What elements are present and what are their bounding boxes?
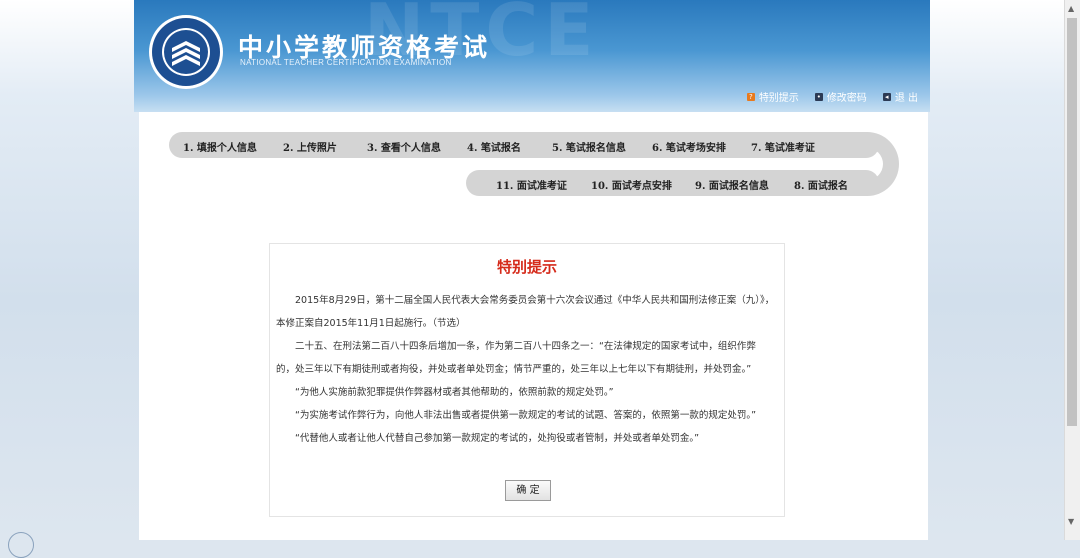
- special-notice-panel: 特别提示 2015年8月29日，第十二届全国人民代表大会常务委员会第十六次会议通…: [269, 243, 785, 517]
- logout-icon: ◂: [882, 92, 891, 101]
- confirm-button[interactable]: 确 定: [505, 480, 551, 501]
- main-content: 1. 填报个人信息 2. 上传照片 3. 查看个人信息 4. 笔试报名 5. 笔…: [139, 112, 928, 540]
- step-9-interview-signup-info[interactable]: 9. 面试报名信息: [695, 177, 769, 192]
- step-8-interview-signup[interactable]: 8. 面试报名: [794, 177, 848, 192]
- notice-paragraph-1: 2015年8月29日，第十二届全国人民代表大会常务委员会第十六次会议通过《中华人…: [295, 295, 775, 306]
- notice-paragraph-2: 二十五、在刑法第二百八十四条后增加一条，作为第二百八十四条之一：“在法律规定的国…: [295, 341, 756, 352]
- step-5-written-signup-info[interactable]: 5. 笔试报名信息: [552, 139, 626, 154]
- step-7-written-ticket[interactable]: 7. 笔试准考证: [751, 139, 815, 154]
- step-3-view-info[interactable]: 3. 查看个人信息: [367, 139, 441, 154]
- book-emblem-icon: [149, 15, 223, 89]
- scrollbar-thumb[interactable]: [1067, 18, 1077, 426]
- corner-circle-icon: [8, 532, 34, 558]
- special-notice-label: 特别提示: [758, 93, 799, 104]
- step-6-written-room[interactable]: 6. 笔试考场安排: [652, 139, 726, 154]
- site-header: NTCE 中小学教师资格考试 NATIONAL TEACHER CERTIFIC…: [134, 0, 930, 112]
- step-10-interview-site[interactable]: 10. 面试考点安排: [591, 177, 672, 192]
- change-password-label: 修改密码: [826, 93, 867, 104]
- special-notice-link[interactable]: ? 特别提示: [746, 89, 799, 104]
- password-icon: •: [814, 92, 823, 101]
- notice-paragraph-3: “为他人实施前款犯罪提供作弊器材或者其他帮助的，依照前款的规定处罚。”: [295, 387, 614, 398]
- step-2-upload-photo[interactable]: 2. 上传照片: [283, 139, 337, 154]
- notice-title: 特别提示: [496, 258, 557, 276]
- step-1-fill-info[interactable]: 1. 填报个人信息: [183, 139, 257, 154]
- site-subtitle: NATIONAL TEACHER CERTIFICATION EXAMINATI…: [240, 58, 452, 67]
- notice-paragraph-1-cont: 本修正案自2015年11月1日起施行。（节选）: [276, 318, 466, 329]
- logout-label: 退 出: [894, 93, 918, 104]
- change-password-link[interactable]: • 修改密码: [814, 89, 867, 104]
- notice-paragraph-4: “为实施考试作弊行为，向他人非法出售或者提供第一款规定的考试的试题、答案的，依照…: [295, 410, 757, 421]
- logout-link[interactable]: ◂ 退 出: [882, 89, 918, 104]
- notice-paragraph-5: “代替他人或者让他人代替自己参加第一款规定的考试的，处拘役或者管制，并处或者单处…: [295, 433, 700, 444]
- step-4-written-signup[interactable]: 4. 笔试报名: [467, 139, 521, 154]
- vertical-scrollbar[interactable]: ▲ ▼: [1064, 0, 1080, 540]
- notice-icon: ?: [746, 92, 755, 101]
- notice-paragraph-2-cont: 的，处三年以下有期徒刑或者拘役，并处或者单处罚金；情节严重的，处三年以上七年以下…: [276, 364, 752, 375]
- step-11-interview-ticket[interactable]: 11. 面试准考证: [496, 177, 567, 192]
- scroll-down-icon[interactable]: ▼: [1068, 517, 1074, 526]
- scroll-up-icon[interactable]: ▲: [1068, 4, 1074, 13]
- header-links: ? 特别提示 • 修改密码 ◂ 退 出: [746, 89, 918, 104]
